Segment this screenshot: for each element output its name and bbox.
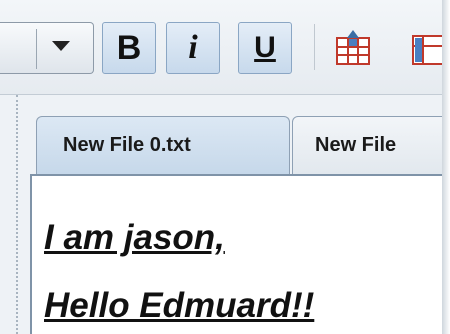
gutter-strip (16, 95, 18, 334)
editor-line[interactable]: Hello Edmuard!! (44, 286, 314, 326)
table-insert-row-icon[interactable] (328, 22, 378, 74)
toolbar-separator (314, 24, 315, 70)
combo-divider (36, 29, 37, 69)
text-editor-area[interactable]: I am jason, Hello Edmuard!! (30, 174, 442, 334)
window-shadow (442, 0, 450, 334)
formatting-toolbar: B i U (0, 0, 442, 95)
table-insert-column-icon[interactable] (402, 22, 442, 74)
bold-button[interactable]: B (102, 22, 156, 74)
editor-line[interactable]: I am jason, (44, 218, 225, 258)
tab-new-file[interactable]: New File (292, 116, 442, 174)
tab-new-file-0[interactable]: New File 0.txt (36, 116, 290, 174)
underline-button[interactable]: U (238, 22, 292, 74)
font-size-combo[interactable] (0, 22, 94, 74)
tab-label: New File 0.txt (63, 134, 191, 156)
chevron-down-icon[interactable] (52, 41, 70, 51)
italic-button[interactable]: i (166, 22, 220, 74)
tab-label: New File (315, 134, 397, 156)
editor-window: B i U New File 0.txt New File I am jason… (0, 0, 443, 334)
